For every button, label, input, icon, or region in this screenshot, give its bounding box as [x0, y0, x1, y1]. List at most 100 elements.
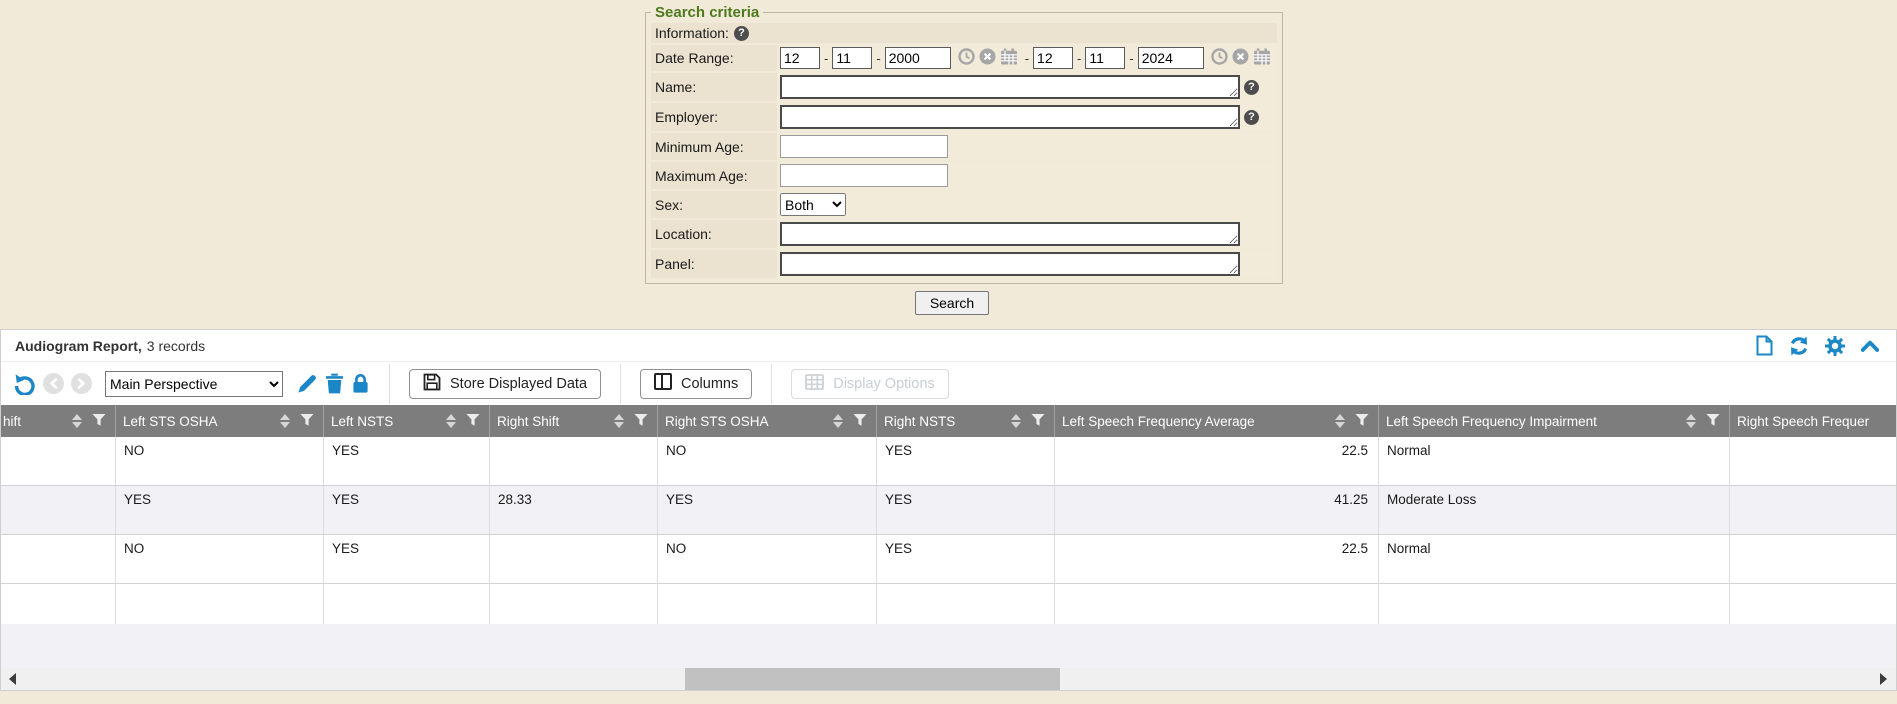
sort-icon[interactable] — [1686, 414, 1696, 428]
table-row[interactable]: NO YES NO YES 22.5 Normal — [1, 437, 1896, 486]
sort-icon[interactable] — [446, 414, 456, 428]
table-empty-area — [1, 584, 1896, 624]
table-row[interactable]: NO YES NO YES 22.5 Normal — [1, 535, 1896, 584]
column-header[interactable]: Right NSTS — [877, 405, 1055, 437]
date-range-label: Date Range: — [651, 45, 777, 71]
sort-icon[interactable] — [1335, 414, 1345, 428]
collapse-chevron-up-icon[interactable] — [1860, 339, 1880, 353]
cell — [1, 486, 116, 535]
time-icon[interactable] — [1211, 48, 1228, 68]
toolbar-divider — [771, 364, 772, 404]
column-header[interactable]: Right Speech Frequer — [1730, 405, 1896, 437]
search-button[interactable]: Search — [915, 291, 989, 315]
date-from-month-input[interactable] — [780, 47, 820, 69]
new-document-icon[interactable] — [1756, 335, 1773, 356]
columns-icon — [654, 373, 672, 394]
cell: NO — [116, 437, 324, 486]
cell: YES — [116, 486, 324, 535]
cell: NO — [658, 437, 877, 486]
columns-label: Columns — [681, 376, 738, 392]
cell — [1730, 535, 1896, 584]
filter-funnel-icon[interactable] — [300, 413, 314, 430]
cell: YES — [324, 437, 490, 486]
filter-funnel-icon[interactable] — [853, 413, 867, 430]
clear-date-icon[interactable] — [1232, 48, 1249, 68]
column-header-label: Left NSTS — [331, 414, 393, 429]
refresh-icon[interactable] — [1788, 336, 1810, 356]
scroll-right-arrow-icon[interactable] — [1880, 673, 1887, 685]
date-separator: - — [824, 51, 828, 66]
cell: 22.5 — [1055, 535, 1379, 584]
column-header[interactable]: Left NSTS — [324, 405, 490, 437]
store-displayed-data-button[interactable]: Store Displayed Data — [409, 369, 601, 399]
lock-perspective-icon[interactable] — [351, 373, 370, 394]
column-header-label: Left Speech Frequency Average — [1062, 414, 1255, 429]
sort-icon[interactable] — [1011, 414, 1021, 428]
maximum-age-field[interactable] — [780, 164, 948, 187]
cell: YES — [877, 535, 1055, 584]
maximum-age-row: Maximum Age: — [651, 162, 1277, 189]
name-field[interactable] — [780, 75, 1240, 99]
scroll-left-arrow-icon[interactable] — [9, 673, 16, 685]
information-label: Information: — [655, 25, 729, 41]
sort-icon[interactable] — [280, 414, 290, 428]
column-header[interactable]: Left STS OSHA — [116, 405, 324, 437]
sort-icon[interactable] — [614, 414, 624, 428]
column-header-label: Left Speech Frequency Impairment — [1386, 414, 1597, 429]
report-title: Audiogram Report, — [15, 338, 142, 354]
sort-icon[interactable] — [833, 414, 843, 428]
column-header[interactable]: Left Speech Frequency Impairment — [1379, 405, 1730, 437]
cell: YES — [658, 486, 877, 535]
table-footer-band — [1, 624, 1896, 668]
filter-funnel-icon[interactable] — [92, 413, 106, 430]
sex-row: Sex: Both — [651, 191, 1277, 218]
employer-help-icon[interactable]: ? — [1244, 110, 1259, 125]
minimum-age-field[interactable] — [780, 135, 948, 158]
column-header[interactable]: Right STS OSHA — [658, 405, 877, 437]
filter-funnel-icon[interactable] — [634, 413, 648, 430]
edit-perspective-pencil-icon[interactable] — [296, 373, 318, 395]
information-help-icon[interactable]: ? — [734, 26, 749, 41]
delete-perspective-trash-icon[interactable] — [325, 373, 344, 394]
sort-icon[interactable] — [72, 414, 82, 428]
reset-undo-icon[interactable] — [13, 373, 36, 395]
name-help-icon[interactable]: ? — [1244, 80, 1259, 95]
filter-funnel-icon[interactable] — [466, 413, 480, 430]
gear-icon[interactable] — [1825, 336, 1845, 356]
report-toolbar: Main Perspective Store Displayed Data Co… — [1, 362, 1896, 405]
cell: NO — [658, 535, 877, 584]
horizontal-scrollbar[interactable] — [1, 668, 1896, 690]
calendar-icon[interactable] — [1253, 48, 1271, 68]
perspective-select[interactable]: Main Perspective — [105, 371, 283, 397]
time-icon[interactable] — [958, 48, 975, 68]
panel-field[interactable] — [780, 252, 1240, 276]
column-header[interactable]: Right Shift — [490, 405, 658, 437]
filter-funnel-icon[interactable] — [1355, 413, 1369, 430]
date-to-day-input[interactable] — [1085, 47, 1125, 69]
columns-button[interactable]: Columns — [640, 369, 752, 399]
date-from-year-input[interactable] — [885, 47, 951, 69]
date-to-month-input[interactable] — [1033, 47, 1073, 69]
filter-funnel-icon[interactable] — [1031, 413, 1045, 430]
panel-label: Panel: — [651, 250, 777, 278]
clear-date-icon[interactable] — [979, 48, 996, 68]
date-to-year-input[interactable] — [1138, 47, 1204, 69]
calendar-icon[interactable] — [1000, 48, 1018, 68]
scrollbar-thumb[interactable] — [685, 668, 1060, 690]
filter-funnel-icon[interactable] — [1706, 413, 1720, 430]
minimum-age-label: Minimum Age: — [651, 133, 777, 160]
cell: NO — [116, 535, 324, 584]
location-field[interactable] — [780, 222, 1240, 246]
cell: 41.25 — [1055, 486, 1379, 535]
table-header-row: hift Left STS OSHA Left NSTS Right Shift… — [1, 405, 1896, 437]
date-from-day-input[interactable] — [832, 47, 872, 69]
display-options-label: Display Options — [833, 376, 935, 392]
table-row[interactable]: YES YES 28.33 YES YES 41.25 Moderate Los… — [1, 486, 1896, 535]
next-perspective-icon — [71, 373, 92, 394]
column-header[interactable]: Left Speech Frequency Average — [1055, 405, 1379, 437]
sex-select[interactable]: Both — [780, 193, 846, 216]
employer-field[interactable] — [780, 105, 1240, 129]
column-header[interactable]: hift — [1, 405, 116, 437]
date-separator: - — [1077, 51, 1081, 66]
column-header-label: Right NSTS — [884, 414, 955, 429]
